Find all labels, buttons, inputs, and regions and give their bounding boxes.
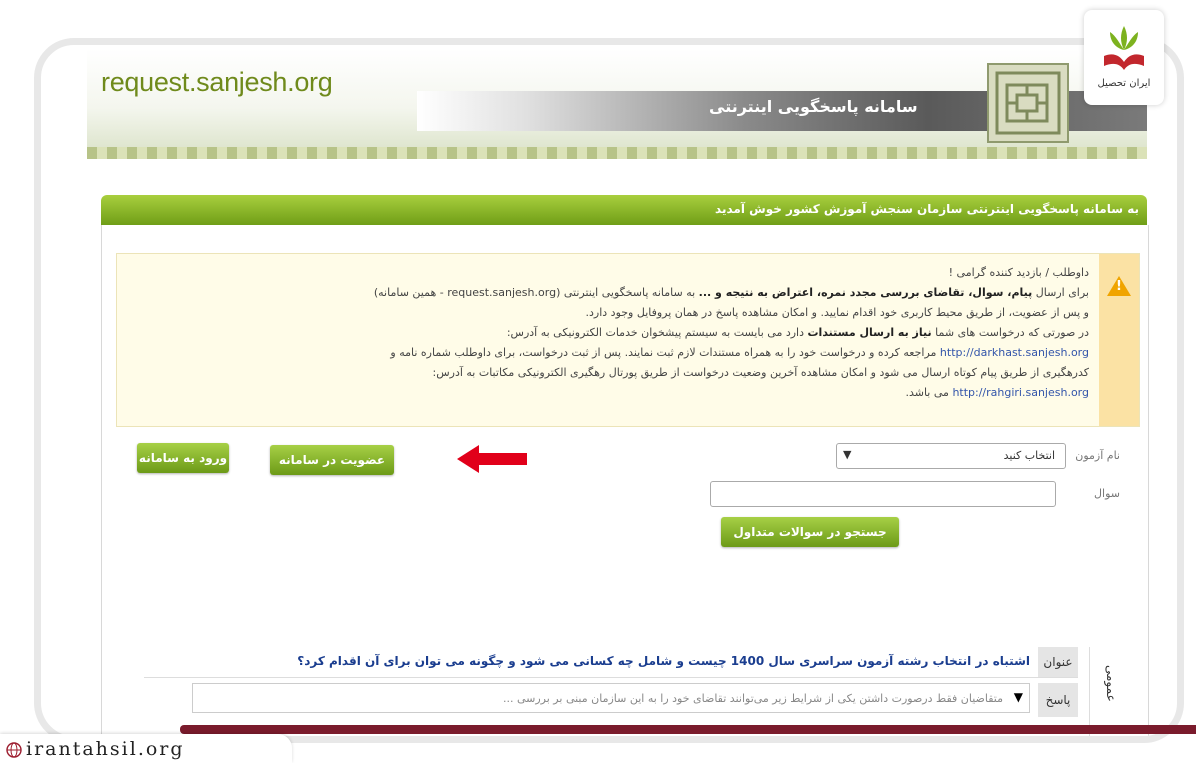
header-deco-strip <box>87 147 1147 159</box>
notice-line-4: http://darkhast.sanjesh.org مراجعه کرده … <box>390 346 1089 359</box>
question-input[interactable] <box>710 481 1056 507</box>
watermark-text: irantahsil.org <box>26 738 185 760</box>
search-faq-button[interactable]: جستجو در سوالات متداول <box>721 517 899 547</box>
faq-question-row: عنوان اشتباه در انتخاب رشته آزمون سراسری… <box>144 647 1078 678</box>
arrow-icon <box>457 445 527 473</box>
sanjesh-logo <box>987 63 1069 143</box>
notice-greeting: داوطلب / بازدید کننده گرامی ! <box>948 266 1089 279</box>
faq-answer-box[interactable]: ▼ متقاضیان فقط درصورت داشتن یکی از شرایط… <box>192 683 1030 713</box>
expand-icon[interactable]: ▼ <box>1014 690 1023 704</box>
footer-stripe <box>180 725 1196 734</box>
rahgiri-link[interactable]: http://rahgiri.sanjesh.org <box>952 386 1089 399</box>
faq-title-label: عنوان <box>1038 647 1078 677</box>
warning-column: ! <box>1099 254 1139 426</box>
watermark: irantahsil.org <box>0 734 292 763</box>
brand-logo-icon <box>1104 26 1144 70</box>
notice-bold-text: پیام، سوال، تقاضای بررسی مجدد نمره، اعتر… <box>698 286 1033 299</box>
browser-frame: request.sanjesh.org سامانه پاسخگویی اینت… <box>34 38 1184 743</box>
site-title: سامانه پاسخگویی اینترنتی <box>709 97 918 116</box>
site-url[interactable]: request.sanjesh.org <box>101 67 333 98</box>
globe-icon <box>6 742 22 758</box>
faq-category-label: عمومی <box>1104 665 1118 702</box>
brand-logo: ایران تحصیل <box>1084 10 1164 105</box>
faq-title[interactable]: اشتباه در انتخاب رشته آزمون سراسری سال 1… <box>297 654 1030 668</box>
notice-bold-text: نیاز به ارسال مستندات <box>807 326 932 339</box>
notice-text: می باشد. <box>905 386 949 399</box>
exam-label: نام آزمون <box>1075 449 1120 462</box>
faq-answer-row: پاسخ ▼ متقاضیان فقط درصورت داشتن یکی از … <box>144 683 1078 717</box>
login-button[interactable]: ورود به سامانه <box>137 443 229 473</box>
notice-line-3: در صورتی که درخواست های شما نیاز به ارسا… <box>507 326 1089 339</box>
warning-icon: ! <box>1107 276 1131 296</box>
brand-name: ایران تحصیل <box>1097 78 1151 89</box>
notice-text: به سامانه پاسخگویی اینترنتی (request.san… <box>373 286 696 299</box>
notice-text: در صورتی که درخواست های شما <box>935 326 1089 339</box>
notice-box: ! داوطلب / بازدید کننده گرامی ! برای ارس… <box>116 253 1140 427</box>
exam-select[interactable]: ▼ انتخاب کنید <box>836 443 1066 469</box>
notice-text: برای ارسال <box>1035 286 1089 299</box>
welcome-text: به سامانه پاسخگویی اینترنتی سازمان سنجش … <box>715 202 1139 216</box>
notice-line-6: http://rahgiri.sanjesh.org می باشد. <box>905 386 1089 399</box>
notice-line-5: کدرهگیری از طریق پیام کوتاه ارسال می شود… <box>432 366 1090 379</box>
register-button[interactable]: عضویت در سامانه <box>270 445 394 475</box>
faq-answer-preview: متقاضیان فقط درصورت داشتن یکی از شرایط ز… <box>503 692 1003 705</box>
dropdown-icon: ▼ <box>843 448 852 461</box>
main-content: ! داوطلب / بازدید کننده گرامی ! برای ارس… <box>101 225 1149 736</box>
faq-answer-label: پاسخ <box>1038 683 1078 717</box>
exam-select-value: انتخاب کنید <box>1003 449 1055 462</box>
notice-line-1: برای ارسال پیام، سوال، تقاضای بررسی مجدد… <box>374 286 1089 299</box>
darkhast-link[interactable]: http://darkhast.sanjesh.org <box>940 346 1089 359</box>
notice-line-2: و پس از عضویت، از طریق محیط کاربری خود ا… <box>585 306 1089 319</box>
question-label: سوال <box>1094 487 1120 500</box>
welcome-bar: به سامانه پاسخگویی اینترنتی سازمان سنجش … <box>101 195 1147 225</box>
site-header: request.sanjesh.org سامانه پاسخگویی اینت… <box>87 49 1147 147</box>
notice-text: مراجعه کرده و درخواست خود را به همراه مس… <box>390 346 937 359</box>
notice-text: دارد می بایست به سیستم پیشخوان خدمات الک… <box>506 326 804 339</box>
